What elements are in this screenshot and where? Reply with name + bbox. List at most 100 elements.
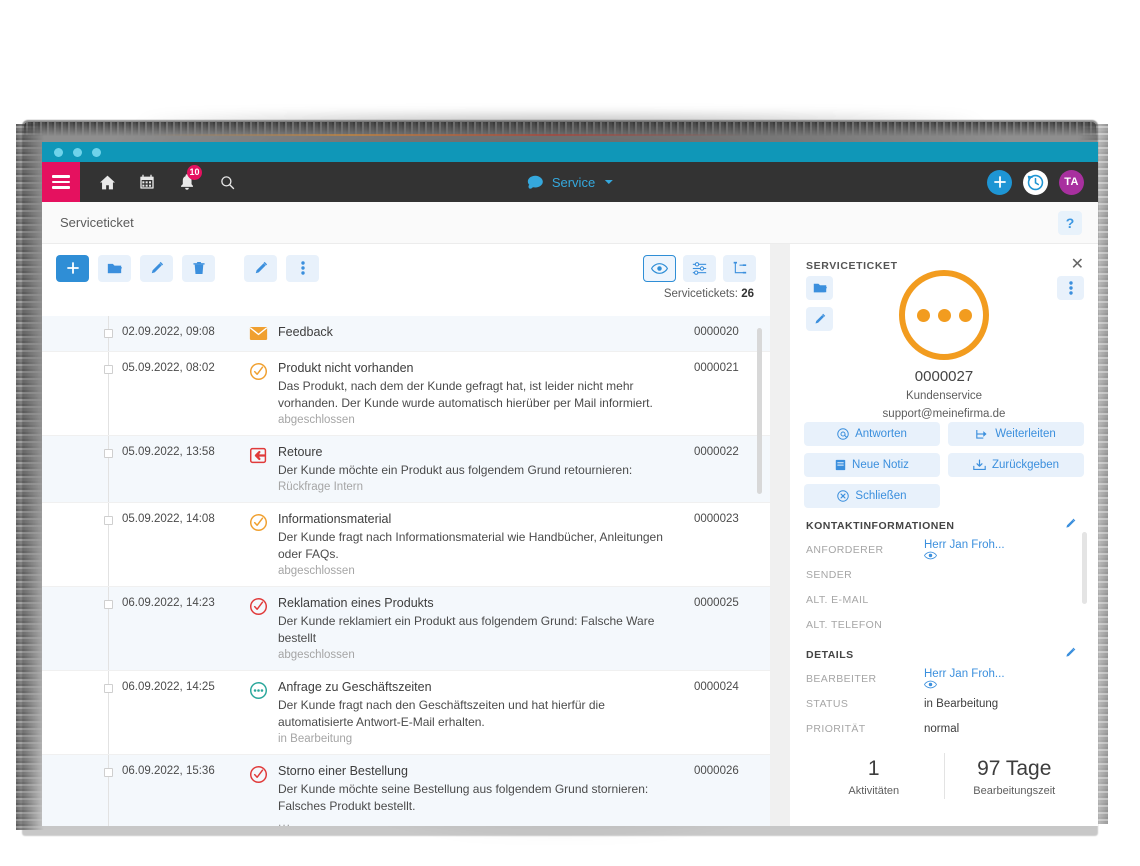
detail-folder-button[interactable] — [806, 276, 833, 300]
tree-view-button[interactable] — [723, 254, 756, 282]
stat-block: 97 Tage Bearbeitungszeit — [943, 753, 1085, 799]
preview-view-button[interactable] — [643, 254, 676, 282]
help-button[interactable]: ? — [1058, 210, 1082, 235]
module-selector[interactable]: Service — [527, 175, 614, 190]
return-box-icon — [973, 459, 986, 471]
field-value: normal — [924, 722, 960, 735]
field-value: in Bearbeitung — [924, 697, 999, 710]
eye-icon[interactable] — [924, 680, 1084, 689]
notification-badge: 10 — [187, 165, 202, 180]
ticket-detail-pane: SERVICETICKET ✕ 0000027 Kundenservice su… — [790, 244, 1098, 826]
detail-pane-scrollbar[interactable] — [1082, 532, 1087, 604]
ticket-list-scrollbar[interactable] — [757, 328, 762, 494]
detail-edit-button[interactable] — [806, 307, 833, 331]
table-row[interactable]: 06.09.2022, 14:23 Reklamation eines Produ… — [42, 587, 770, 672]
return-button[interactable]: Zurückgeben — [948, 453, 1084, 477]
stat-label: Bearbeitungszeit — [973, 785, 1056, 797]
field-label: BEARBEITER — [806, 672, 877, 685]
row-text: Informationsmaterial Der Kunde fragt nach… — [278, 512, 694, 577]
detail-email: support@meinefirma.de — [882, 408, 1006, 420]
contact-edit-icon[interactable] — [1065, 518, 1076, 529]
row-checkbox[interactable] — [104, 329, 113, 338]
row-text: Reklamation eines Produkts Der Kunde rekl… — [278, 596, 694, 661]
calendar-icon[interactable] — [138, 172, 156, 192]
field-row: ALT. E-MAIL — [806, 587, 1084, 612]
row-date: 05.09.2022, 08:02 — [122, 362, 215, 374]
field-row: PRIORITÄT normal — [806, 716, 1084, 741]
row-title: Retoure — [278, 445, 323, 460]
hamburger-icon — [52, 172, 70, 192]
row-timeline — [108, 436, 109, 503]
history-clock-icon[interactable] — [1023, 169, 1048, 195]
row-checkbox[interactable] — [104, 365, 113, 374]
row-ticket-number: 0000024 — [694, 681, 739, 694]
close-icon[interactable]: ✕ — [1071, 257, 1084, 273]
detail-action-buttons: Antworten Weiterleiten Neue Notiz Zurückgeb… — [790, 414, 1098, 508]
row-title: Feedback — [278, 325, 333, 339]
row-checkbox[interactable] — [104, 684, 113, 694]
app-header-bar: 10 Service TA — [42, 162, 1098, 202]
open-folder-button[interactable] — [98, 254, 131, 282]
row-date: 06.09.2022, 14:23 — [122, 597, 215, 610]
delete-button[interactable] — [182, 254, 215, 282]
return-arrow-icon — [238, 445, 278, 493]
table-row[interactable]: 02.09.2022, 09:08 Feedback 0000020 — [42, 316, 770, 352]
contact-section-heading: KONTAKTINFORMATIONEN — [806, 520, 955, 532]
new-note-button[interactable]: Neue Notiz — [804, 453, 940, 477]
details-edit-icon[interactable] — [1065, 647, 1076, 658]
window-dot-minimize[interactable] — [73, 147, 82, 157]
new-button[interactable] — [56, 254, 89, 282]
row-title: Reklamation eines Produkts — [278, 596, 434, 611]
window-dot-close[interactable] — [54, 147, 63, 157]
avatar[interactable]: TA — [1059, 169, 1084, 195]
list-toolbar: Servicetickets: 26 — [42, 244, 770, 300]
filter-view-button[interactable] — [683, 254, 716, 282]
reply-button-label: Antworten — [855, 428, 907, 440]
detail-ticket-number: 0000027 — [914, 368, 974, 385]
row-checkbox[interactable] — [104, 516, 113, 526]
detail-more-button[interactable] — [1057, 276, 1084, 300]
table-row[interactable]: 05.09.2022, 08:02 Produkt nicht vorhanden… — [42, 352, 770, 437]
more-button[interactable] — [286, 254, 319, 282]
row-text: Anfrage zu Geschäftszeiten Der Kunde frag… — [278, 680, 694, 745]
edit-button[interactable] — [140, 254, 173, 282]
forward-button[interactable]: Weiterleiten — [948, 422, 1084, 446]
row-checkbox[interactable] — [104, 768, 113, 778]
row-status: in Bearbeitung — [278, 733, 353, 746]
row-date: 05.09.2022, 13:58 — [122, 446, 215, 459]
quick-add-button[interactable] — [987, 169, 1012, 195]
header-right-actions: TA — [987, 169, 1084, 195]
view-mode-group — [643, 254, 756, 282]
bell-icon[interactable]: 10 — [178, 165, 202, 192]
eye-icon[interactable] — [924, 551, 1084, 560]
annotate-button[interactable] — [244, 254, 277, 282]
field-value[interactable]: Herr Jan Froh... — [924, 539, 1084, 560]
row-title: Anfrage zu Geschäftszeiten — [278, 680, 432, 695]
row-text: Storno einer Bestellung Der Kunde möchte … — [278, 764, 694, 826]
window-dot-maximize[interactable] — [92, 147, 101, 157]
home-icon[interactable] — [98, 172, 116, 192]
table-row[interactable]: 05.09.2022, 14:08 Informationsmaterial Der… — [42, 503, 770, 588]
row-ticket-number: 0000025 — [694, 597, 739, 610]
close-ticket-button[interactable]: Schließen — [804, 484, 940, 508]
search-icon[interactable] — [218, 172, 236, 192]
table-row[interactable]: 05.09.2022, 13:58 Retoure Der Kunde möchte… — [42, 436, 770, 504]
table-row[interactable]: 06.09.2022, 15:36 Storno einer Bestellung… — [42, 755, 770, 826]
table-row[interactable]: 06.09.2022, 14:25 Anfrage zu Geschäftszei… — [42, 671, 770, 756]
field-value[interactable]: Herr Jan Froh... — [924, 668, 1084, 689]
envelope-icon — [238, 325, 278, 342]
detail-title: SERVICETICKET — [806, 260, 898, 272]
reply-button[interactable]: Antworten — [804, 422, 940, 446]
row-checkbox[interactable] — [104, 449, 113, 459]
row-text: Feedback — [278, 325, 694, 342]
row-checkbox[interactable] — [104, 600, 113, 610]
detail-statistics: 1 Aktivitäten 97 Tage Bearbeitungszeit — [790, 753, 1098, 799]
ticket-list[interactable]: 02.09.2022, 09:08 Feedback 0000020 05.09.20… — [42, 316, 770, 826]
return-button-label: Zurückgeben — [991, 459, 1060, 471]
row-title: Informationsmaterial — [278, 512, 392, 527]
row-description: Der Kunde reklamiert ein Produkt aus fol… — [278, 614, 655, 646]
main-menu-button[interactable] — [42, 162, 80, 202]
breadcrumb-bar: Serviceticket ? — [42, 202, 1098, 244]
at-icon — [837, 428, 849, 440]
field-label: PRIORITÄT — [806, 722, 866, 735]
